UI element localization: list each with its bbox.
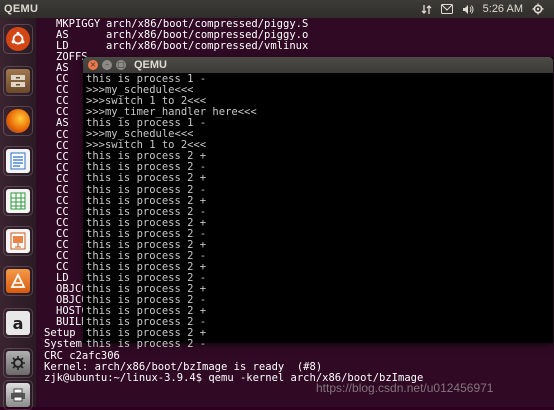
close-button[interactable]: × bbox=[88, 60, 98, 70]
watermark: https://blog.csdn.net/u012456971 bbox=[316, 381, 494, 395]
maximize-icon: □ bbox=[117, 60, 125, 69]
qemu-console-line: this is process 2 - bbox=[86, 338, 207, 351]
qemu-console-line: this is process 2 - bbox=[86, 205, 207, 218]
amazon-icon: a bbox=[6, 311, 30, 335]
dash-home-button[interactable] bbox=[3, 24, 33, 54]
impress-icon bbox=[6, 229, 30, 253]
build-step-path: arch/x86/boot/compressed/vmlinux bbox=[106, 40, 309, 53]
writer-icon bbox=[6, 149, 30, 173]
unity-launcher: a bbox=[0, 18, 37, 407]
system-settings-icon bbox=[6, 351, 30, 375]
writer-button[interactable] bbox=[3, 146, 33, 176]
top-panel: QEMU 5:26 AM bbox=[0, 0, 554, 18]
system-tray: 5:26 AM bbox=[421, 3, 544, 15]
terminal-build-line: LD arch/x86/boot/compressed/vmlinux bbox=[56, 41, 308, 52]
volume-icon[interactable] bbox=[462, 4, 474, 15]
terminal-output-line: System bbox=[44, 338, 82, 351]
system-settings-button[interactable] bbox=[3, 348, 33, 378]
power-gear-icon[interactable] bbox=[532, 3, 544, 15]
qemu-console[interactable]: this is process 1 - >>>my_schedule<<< >>>s… bbox=[85, 73, 551, 350]
close-icon: × bbox=[89, 60, 97, 69]
files-button[interactable] bbox=[3, 66, 33, 96]
terminal-output-line: Kernel: arch/x86/boot/bzImage is ready (… bbox=[44, 360, 323, 373]
clock[interactable]: 5:26 AM bbox=[483, 3, 523, 15]
amazon-button[interactable]: a bbox=[3, 308, 33, 338]
calc-icon bbox=[6, 189, 30, 213]
qemu-console-line: this is process 2 + bbox=[86, 194, 207, 207]
qemu-console-line: this is process 2 - bbox=[86, 183, 207, 196]
minimize-button[interactable]: – bbox=[102, 60, 112, 70]
calc-button[interactable] bbox=[3, 186, 33, 216]
minimize-icon: – bbox=[105, 60, 109, 69]
qemu-console-line: this is process 2 + bbox=[86, 172, 207, 185]
mail-icon[interactable] bbox=[440, 4, 453, 14]
firefox-icon bbox=[6, 109, 30, 133]
software-center-icon bbox=[6, 269, 30, 293]
firefox-button[interactable] bbox=[3, 106, 33, 136]
qemu-window-title: QEMU bbox=[134, 59, 167, 71]
software-center-button[interactable] bbox=[3, 266, 33, 296]
printer-icon bbox=[6, 383, 30, 407]
printer-button[interactable] bbox=[3, 380, 33, 410]
terminal-output-line: CRC c2afc306 bbox=[44, 349, 120, 362]
dash-home-icon bbox=[6, 27, 30, 51]
files-icon bbox=[6, 69, 30, 93]
qemu-titlebar[interactable]: × – □ QEMU bbox=[83, 57, 553, 73]
qemu-window[interactable]: × – □ QEMU this is process 1 - >>>my_sche… bbox=[83, 57, 553, 350]
impress-button[interactable] bbox=[3, 226, 33, 256]
maximize-button[interactable]: □ bbox=[116, 60, 126, 70]
active-app-title: QEMU bbox=[4, 3, 39, 15]
network-icon[interactable] bbox=[421, 4, 432, 15]
